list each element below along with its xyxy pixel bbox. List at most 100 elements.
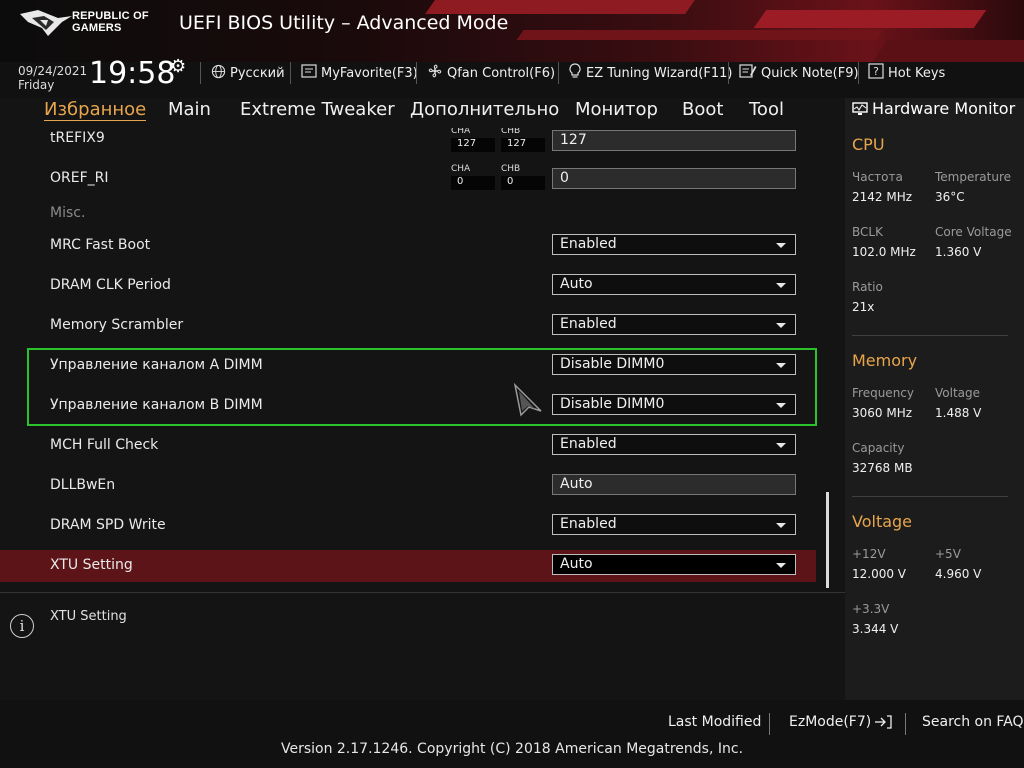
qfan-label: Qfan Control(F6) — [447, 65, 556, 81]
setting-label: MRC Fast Boot — [50, 237, 151, 253]
footer: Last Modified EzMode(F7) Search on FAQ V… — [0, 700, 1024, 768]
dropdown-value: Auto — [560, 556, 593, 572]
toolbar-divider — [728, 62, 729, 84]
memory-frequency-value: 3060 MHz — [852, 406, 913, 420]
dropdown-value: Enabled — [560, 316, 617, 332]
bclk-label: BCLK — [852, 225, 883, 239]
fan-icon — [427, 63, 443, 83]
setting-label: Управление каналом B DIMM — [50, 397, 263, 413]
app-title: UEFI BIOS Utility – Advanced Mode — [179, 12, 509, 34]
toolbar: 09/24/2021 Friday 19:58 ⚙ Русский MyFavo… — [0, 56, 1024, 98]
clock-settings-gear-icon[interactable]: ⚙ — [170, 56, 186, 77]
hot-keys-button[interactable]: ? Hot Keys — [868, 63, 945, 83]
tab-favorites[interactable]: Избранное — [44, 99, 147, 121]
dropdown-arrow-icon — [776, 563, 786, 568]
dram-clk-period-dropdown[interactable]: Auto — [552, 274, 796, 295]
ez-tuning-label: EZ Tuning Wizard(F11) — [586, 65, 733, 81]
ezmode-label: EzMode(F7) — [789, 714, 872, 730]
quick-note-label: Quick Note(F9) — [761, 65, 859, 81]
setting-row-mch-full-check[interactable]: MCH Full Check Enabled — [0, 434, 816, 477]
input-value: 127 — [560, 132, 587, 148]
ez-tuning-wizard-button[interactable]: EZ Tuning Wizard(F11) — [568, 63, 732, 83]
dropdown-arrow-icon — [776, 283, 786, 288]
toolbar-divider — [200, 62, 201, 84]
footer-divider — [769, 713, 770, 735]
note-edit-icon — [739, 63, 757, 83]
setting-row-mrc-fast-boot[interactable]: MRC Fast Boot Enabled — [0, 234, 816, 277]
v5-value: 4.960 V — [935, 567, 982, 581]
help-divider — [0, 592, 845, 593]
setting-row-oref-ri[interactable]: OREF_RI CHA 0 CHB 0 0 — [0, 164, 816, 210]
setting-row-xtu-setting[interactable]: XTU Setting Auto — [0, 554, 816, 592]
toolbar-divider — [290, 62, 291, 84]
tab-main[interactable]: Main — [168, 99, 211, 120]
hardware-monitor-label: Hardware Monitor — [872, 99, 1016, 118]
chb-value: 0 — [507, 176, 514, 187]
dropdown-value: Enabled — [560, 236, 617, 252]
xtu-setting-dropdown[interactable]: Auto — [552, 554, 796, 575]
setting-row-dram-spd-write[interactable]: DRAM SPD Write Enabled — [0, 514, 816, 557]
tab-boot[interactable]: Boot — [682, 99, 723, 120]
dropdown-value: Auto — [560, 276, 593, 292]
setting-row-dimm-channel-a[interactable]: Управление каналом A DIMM Disable DIMM0 — [0, 354, 816, 397]
logo-text-line2: GAMERS — [72, 22, 122, 34]
dropdown-value: Disable DIMM0 — [560, 356, 665, 372]
ezmode-button[interactable]: EzMode(F7) — [789, 714, 894, 730]
cpu-heading: CPU — [852, 135, 885, 154]
myfavorite-button[interactable]: MyFavorite(F3) — [301, 63, 418, 83]
tab-monitor[interactable]: Монитор — [575, 99, 658, 120]
setting-row-dram-clk-period[interactable]: DRAM CLK Period Auto — [0, 274, 816, 317]
bclk-value: 102.0 MHz — [852, 245, 916, 259]
tab-extreme-tweaker[interactable]: Extreme Tweaker — [240, 99, 395, 120]
mch-full-check-dropdown[interactable]: Enabled — [552, 434, 796, 455]
logo-text-line1: REPUBLIC OF — [72, 10, 149, 22]
dropdown-arrow-icon — [776, 523, 786, 528]
mrc-fast-boot-dropdown[interactable]: Enabled — [552, 234, 796, 255]
dimm-channel-b-dropdown[interactable]: Disable DIMM0 — [552, 394, 796, 415]
dimm-channel-a-dropdown[interactable]: Disable DIMM0 — [552, 354, 796, 375]
dllbwen-field[interactable]: Auto — [552, 474, 796, 495]
v5-label: +5V — [935, 547, 961, 561]
setting-row-dimm-channel-b[interactable]: Управление каналом B DIMM Disable DIMM0 — [0, 394, 816, 437]
trefix9-input[interactable]: 127 — [552, 130, 796, 151]
monitor-icon — [852, 101, 868, 115]
dram-spd-write-dropdown[interactable]: Enabled — [552, 514, 796, 535]
setting-label: Управление каналом A DIMM — [50, 357, 263, 373]
setting-label: DRAM CLK Period — [50, 277, 171, 293]
search-faq-button[interactable]: Search on FAQ — [922, 714, 1024, 730]
settings-list: tREFIX9 CHA 127 CHB 127 127 OREF_RI CHA … — [0, 128, 845, 592]
tab-advanced[interactable]: Дополнительно — [410, 99, 559, 120]
hw-divider — [852, 496, 1008, 497]
main-nav-tabs: Избранное Main Extreme Tweaker Дополните… — [0, 98, 845, 128]
memory-heading: Memory — [852, 351, 918, 370]
input-value: 0 — [560, 170, 569, 186]
language-button[interactable]: Русский — [211, 63, 285, 83]
memory-scrambler-dropdown[interactable]: Enabled — [552, 314, 796, 335]
ratio-value: 21x — [852, 300, 875, 314]
memory-capacity-label: Capacity — [852, 441, 905, 455]
memory-voltage-label: Voltage — [935, 386, 981, 400]
oref-ri-input[interactable]: 0 — [552, 168, 796, 189]
field-value: Auto — [560, 476, 593, 492]
dropdown-value: Disable DIMM0 — [560, 396, 665, 412]
toolbar-divider — [558, 62, 559, 84]
info-icon: i — [10, 614, 34, 638]
lightbulb-icon — [568, 63, 582, 83]
qfan-control-button[interactable]: Qfan Control(F6) — [427, 63, 555, 83]
hot-keys-label: Hot Keys — [888, 65, 946, 81]
myfavorite-icon — [301, 64, 317, 82]
scrollbar-thumb[interactable] — [826, 492, 829, 588]
mouse-pointer-icon — [513, 383, 542, 417]
day-display: Friday — [18, 78, 55, 92]
dropdown-arrow-icon — [776, 403, 786, 408]
dropdown-arrow-icon — [776, 363, 786, 368]
setting-label: MCH Full Check — [50, 437, 159, 453]
last-modified-button[interactable]: Last Modified — [668, 714, 761, 730]
setting-label: Memory Scrambler — [50, 317, 184, 333]
quick-note-button[interactable]: Quick Note(F9) — [739, 63, 859, 83]
tab-tool[interactable]: Tool — [749, 99, 784, 120]
chb-value: 127 — [507, 138, 527, 149]
setting-row-trefix9[interactable]: tREFIX9 CHA 127 CHB 127 127 — [0, 128, 816, 170]
setting-row-dllbwen[interactable]: DLLBwEn Auto — [0, 474, 816, 517]
v33-label: +3.3V — [852, 602, 890, 616]
